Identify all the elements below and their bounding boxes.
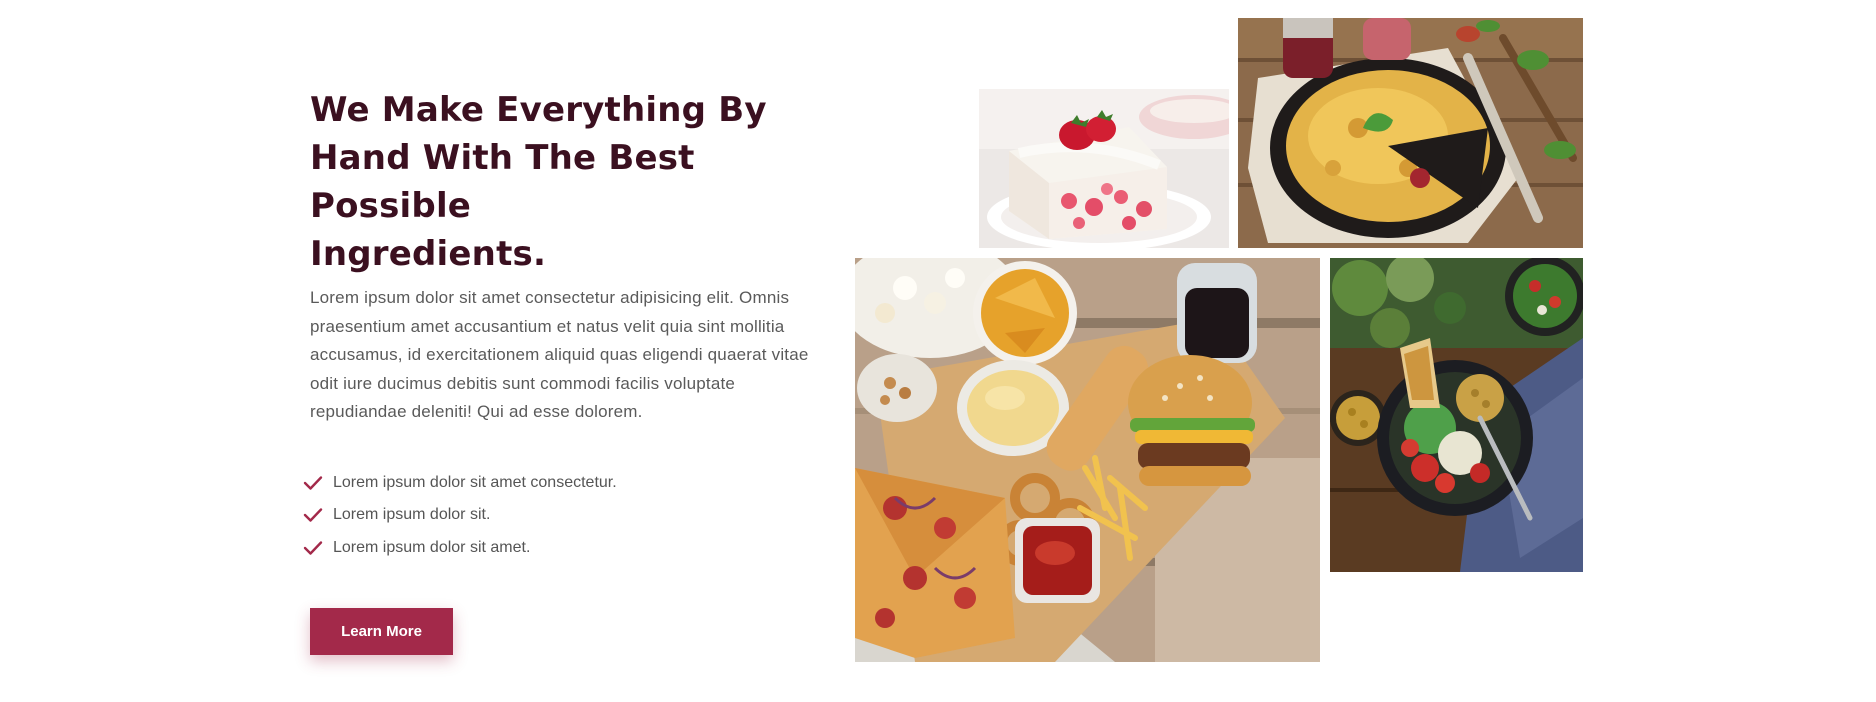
- strawberry-cake-image: [979, 89, 1229, 248]
- heading-line-1: We Make Everything By: [310, 90, 767, 130]
- learn-more-button[interactable]: Learn More: [310, 608, 453, 655]
- salad-bowl-image: [1330, 258, 1583, 572]
- checklist-item-text: Lorem ipsum dolor sit amet consectetur.: [333, 473, 617, 491]
- cheese-pie-image: [1238, 18, 1583, 248]
- checkmark-icon: [303, 540, 323, 556]
- checklist-item-text: Lorem ipsum dolor sit amet.: [333, 538, 531, 556]
- checkmark-icon: [303, 475, 323, 491]
- feature-checklist: Lorem ipsum dolor sit amet consectetur. …: [303, 467, 830, 565]
- section-heading: We Make Everything By Hand With The Best…: [310, 86, 830, 278]
- heading-line-3: Ingredients.: [310, 234, 547, 274]
- checklist-item: Lorem ipsum dolor sit amet.: [303, 532, 830, 565]
- checklist-item: Lorem ipsum dolor sit.: [303, 499, 830, 532]
- fast-food-snacks-image: [855, 258, 1320, 662]
- heading-line-2: Hand With The Best Possible: [310, 138, 695, 226]
- checkmark-icon: [303, 507, 323, 523]
- about-section: We Make Everything By Hand With The Best…: [303, 86, 830, 655]
- section-description: Lorem ipsum dolor sit amet consectetur a…: [310, 288, 809, 421]
- checklist-item: Lorem ipsum dolor sit amet consectetur.: [303, 467, 830, 500]
- checklist-item-text: Lorem ipsum dolor sit.: [333, 506, 491, 524]
